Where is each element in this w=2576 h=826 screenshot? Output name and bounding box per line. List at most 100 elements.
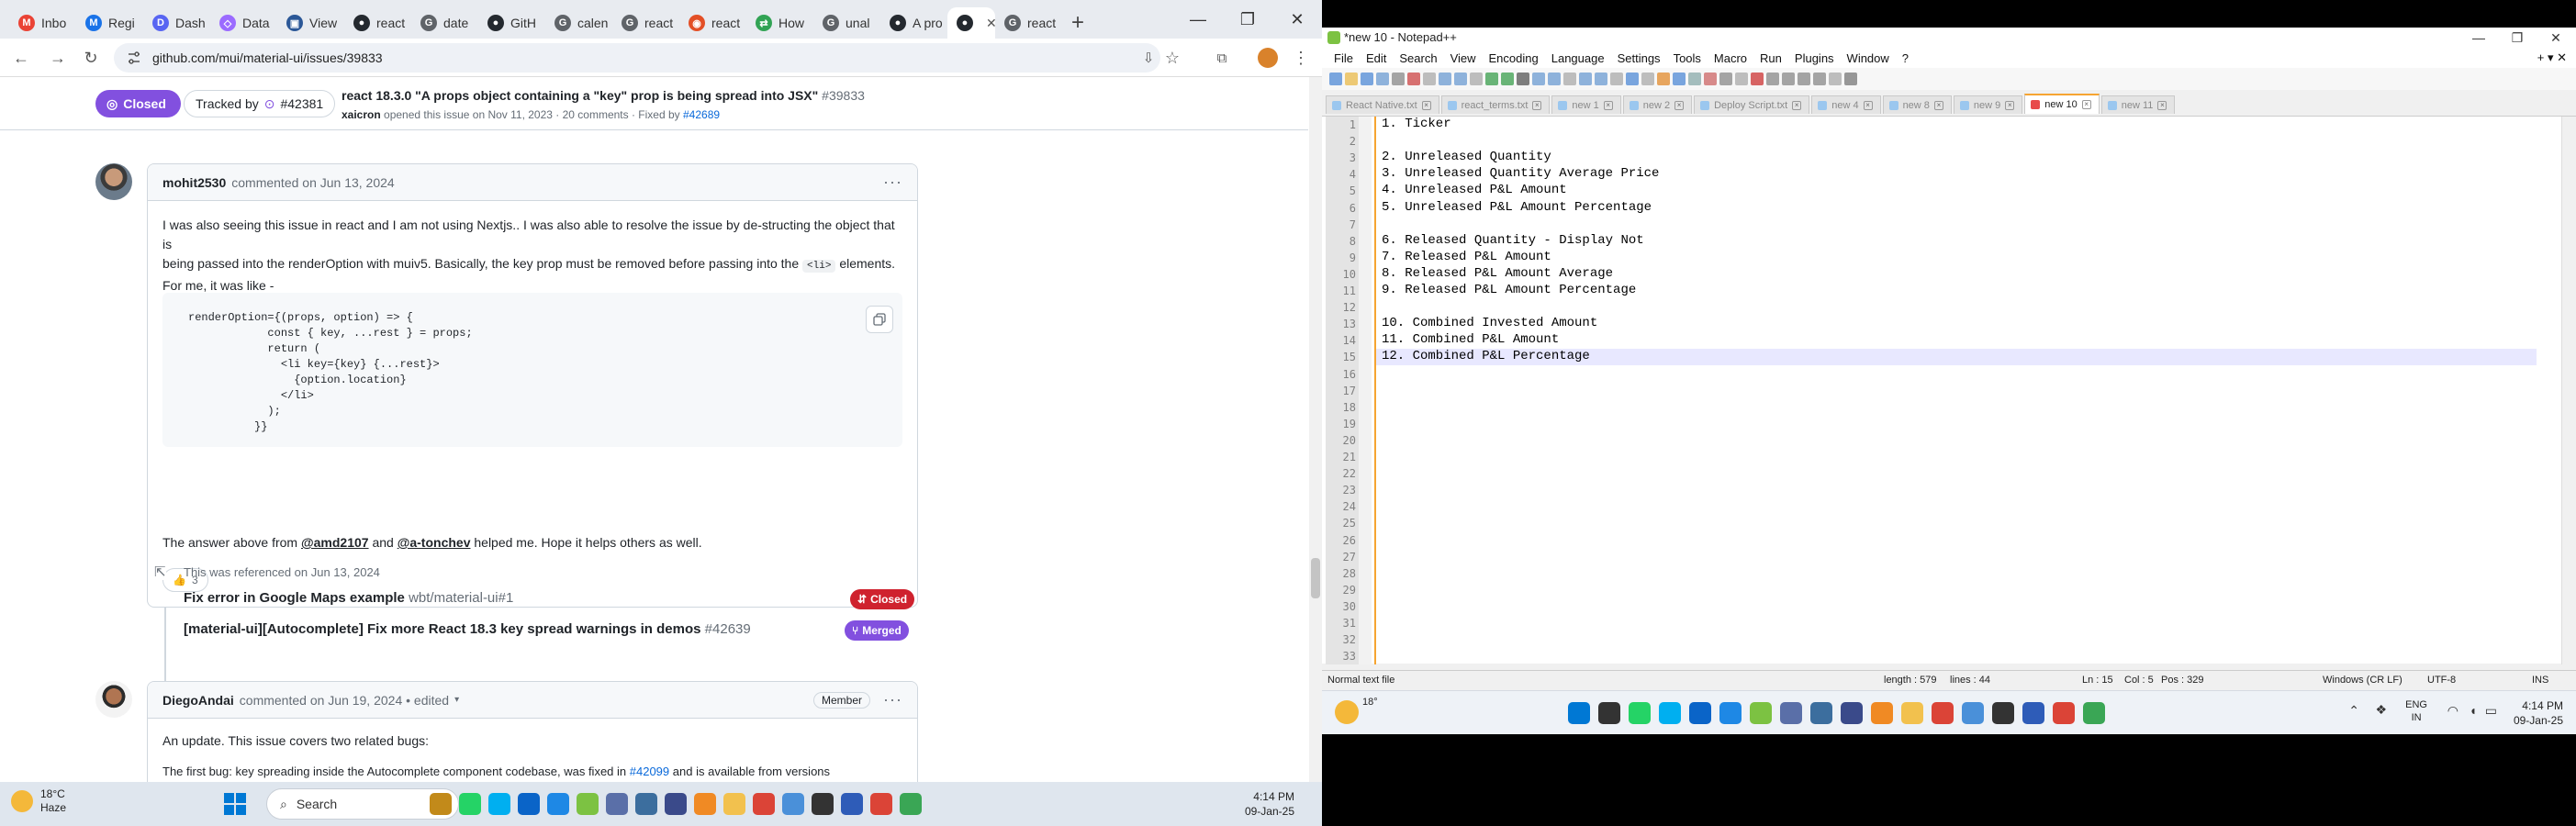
toolbar-button-icon[interactable] xyxy=(1735,73,1748,85)
toolbar-button-icon[interactable] xyxy=(1329,73,1342,85)
photos-icon[interactable] xyxy=(1810,702,1832,724)
editor-line[interactable]: 5. Unreleased P&L Amount Percentage xyxy=(1382,200,1652,215)
weather-widget[interactable]: 18°C Haze xyxy=(11,787,66,815)
close-tab-icon[interactable]: × xyxy=(1603,100,1613,110)
maximize-button[interactable]: ❐ xyxy=(2499,28,2536,48)
app-icon[interactable] xyxy=(1871,702,1893,724)
menu-item[interactable]: Run xyxy=(1753,51,1788,65)
menu-item[interactable]: Tools xyxy=(1667,51,1708,65)
outlook-icon[interactable] xyxy=(518,793,540,815)
file-explorer-icon[interactable] xyxy=(723,793,745,815)
vscode-icon[interactable] xyxy=(1719,702,1742,724)
back-icon[interactable]: ← xyxy=(9,46,33,70)
notepadpp-icon[interactable] xyxy=(1750,702,1772,724)
weather-sun-icon[interactable] xyxy=(1335,700,1359,724)
status-encoding[interactable]: UTF-8 xyxy=(2427,675,2456,686)
mention-link[interactable]: @a-tonchev xyxy=(398,535,471,550)
menu-item[interactable]: Language xyxy=(1545,51,1611,65)
comment-date[interactable]: commented on Jun 19, 2024 • edited xyxy=(240,693,449,708)
toolbar-button-icon[interactable] xyxy=(1673,73,1686,85)
npp-doc-tab[interactable]: new 9 × xyxy=(1953,95,2023,114)
browser-tab[interactable]: Greact xyxy=(612,7,679,39)
browser-tab[interactable]: ● A pro xyxy=(880,7,947,39)
toolbar-button-icon[interactable] xyxy=(1517,73,1529,85)
npp-doc-tab[interactable]: new 4 × xyxy=(1811,95,1881,114)
editor-line[interactable]: 3. Unreleased Quantity Average Price xyxy=(1382,166,1659,181)
language-indicator[interactable]: ENG IN xyxy=(2405,698,2427,724)
menu-item[interactable]: ? xyxy=(1896,51,1915,65)
chrome-icon[interactable] xyxy=(2053,702,2075,724)
chrome-icon[interactable] xyxy=(1932,702,1954,724)
comment-date[interactable]: commented on Jun 13, 2024 xyxy=(231,175,394,190)
install-app-icon[interactable]: ⇩ xyxy=(1137,46,1160,70)
reference-title[interactable]: [material-ui][Autocomplete] Fix more Rea… xyxy=(184,621,701,637)
toolbar-button-icon[interactable] xyxy=(1595,73,1607,85)
menu-item[interactable]: Window xyxy=(1841,51,1896,65)
menu-item[interactable]: Search xyxy=(1393,51,1443,65)
menu-item[interactable]: View xyxy=(1444,51,1483,65)
browser-tab[interactable]: ● react xyxy=(344,7,411,39)
toolbar-button-icon[interactable] xyxy=(1563,73,1576,85)
editor-line[interactable]: 11. Combined P&L Amount xyxy=(1382,332,1559,347)
npp-doc-tab[interactable]: react_terms.txt × xyxy=(1440,95,1551,114)
menu-item[interactable]: Edit xyxy=(1360,51,1393,65)
url-text[interactable]: github.com/mui/material-ui/issues/39833 xyxy=(152,50,383,65)
powershell-icon[interactable] xyxy=(2022,702,2044,724)
app-icon[interactable] xyxy=(1780,702,1802,724)
toolbar-button-icon[interactable] xyxy=(1501,73,1514,85)
wifi-icon[interactable]: ◠ xyxy=(2447,703,2458,719)
menu-item[interactable]: File xyxy=(1327,51,1360,65)
terminal-icon[interactable] xyxy=(1992,702,2014,724)
maximize-button[interactable]: ❐ xyxy=(1223,0,1272,39)
toolbar-button-icon[interactable] xyxy=(1813,73,1826,85)
page-scrollbar[interactable] xyxy=(1309,77,1322,782)
menu-item[interactable]: Plugins xyxy=(1788,51,1841,65)
whatsapp-icon[interactable] xyxy=(459,793,481,815)
toolbar-button-icon[interactable] xyxy=(1719,73,1732,85)
terminal-icon[interactable] xyxy=(812,793,834,815)
outlook-icon[interactable] xyxy=(1689,702,1711,724)
comment-author[interactable]: mohit2530 xyxy=(162,175,226,190)
toolbar-button-icon[interactable] xyxy=(1439,73,1451,85)
app-icon[interactable] xyxy=(782,793,804,815)
close-tab-icon[interactable]: × xyxy=(1421,100,1431,110)
toolbar-button-icon[interactable] xyxy=(1641,73,1654,85)
toolbar-button-icon[interactable] xyxy=(1704,73,1717,85)
profile-avatar[interactable] xyxy=(1256,46,1280,70)
toolbar-button-icon[interactable] xyxy=(1579,73,1592,85)
toolbar-button-icon[interactable] xyxy=(1485,73,1498,85)
toolbar-button-icon[interactable] xyxy=(1688,73,1701,85)
toolbar-button-icon[interactable] xyxy=(1782,73,1795,85)
battery-icon[interactable]: ▭ xyxy=(2485,703,2497,719)
folder-briefcase-icon[interactable] xyxy=(430,793,452,815)
editor-line[interactable]: 12. Combined P&L Percentage xyxy=(1382,349,1590,363)
new-tab-button[interactable]: + xyxy=(1062,7,1093,39)
editor-line[interactable]: 10. Combined Invested Amount xyxy=(1382,316,1597,330)
close-tab-icon[interactable]: × xyxy=(1532,100,1542,110)
reference-title[interactable]: Fix error in Google Maps example xyxy=(184,590,405,606)
toolbar-button-icon[interactable] xyxy=(1829,73,1842,85)
vscode-icon[interactable] xyxy=(547,793,569,815)
browser-tab[interactable]: ● GitH xyxy=(478,7,545,39)
notepadpp-icon[interactable] xyxy=(577,793,599,815)
toolbar-button-icon[interactable] xyxy=(1626,73,1639,85)
npp-doc-tab[interactable]: React Native.txt × xyxy=(1326,95,1439,114)
dropbox-icon[interactable]: ❖ xyxy=(2375,702,2387,718)
close-tab-icon[interactable]: × xyxy=(1674,100,1685,110)
browser-tab[interactable]: M Inbo xyxy=(9,7,76,39)
npp-doc-tab[interactable]: new 8 × xyxy=(1882,95,1952,114)
editor-line[interactable]: 7. Released P&L Amount xyxy=(1382,250,1551,264)
browser-tab[interactable]: Greact xyxy=(995,7,1062,39)
close-tab-icon[interactable]: × xyxy=(1792,100,1802,110)
close-tab-icon[interactable]: × xyxy=(2081,100,2091,109)
browser-tab[interactable]: ◇ Data xyxy=(210,7,277,39)
toolbar-button-icon[interactable] xyxy=(1766,73,1779,85)
editor-line[interactable]: 4. Unreleased P&L Amount xyxy=(1382,183,1567,197)
fixed-by-link[interactable]: #42689 xyxy=(683,108,720,121)
extensions-icon[interactable]: ⧉ xyxy=(1210,46,1234,70)
editor-line[interactable]: 6. Released Quantity - Display Not xyxy=(1382,233,1644,248)
chrome-icon[interactable] xyxy=(870,793,892,815)
pr-link[interactable]: #42099 xyxy=(630,765,669,778)
file-explorer-icon[interactable] xyxy=(1901,702,1923,724)
browser-tab[interactable]: ⇄ How xyxy=(746,7,813,39)
